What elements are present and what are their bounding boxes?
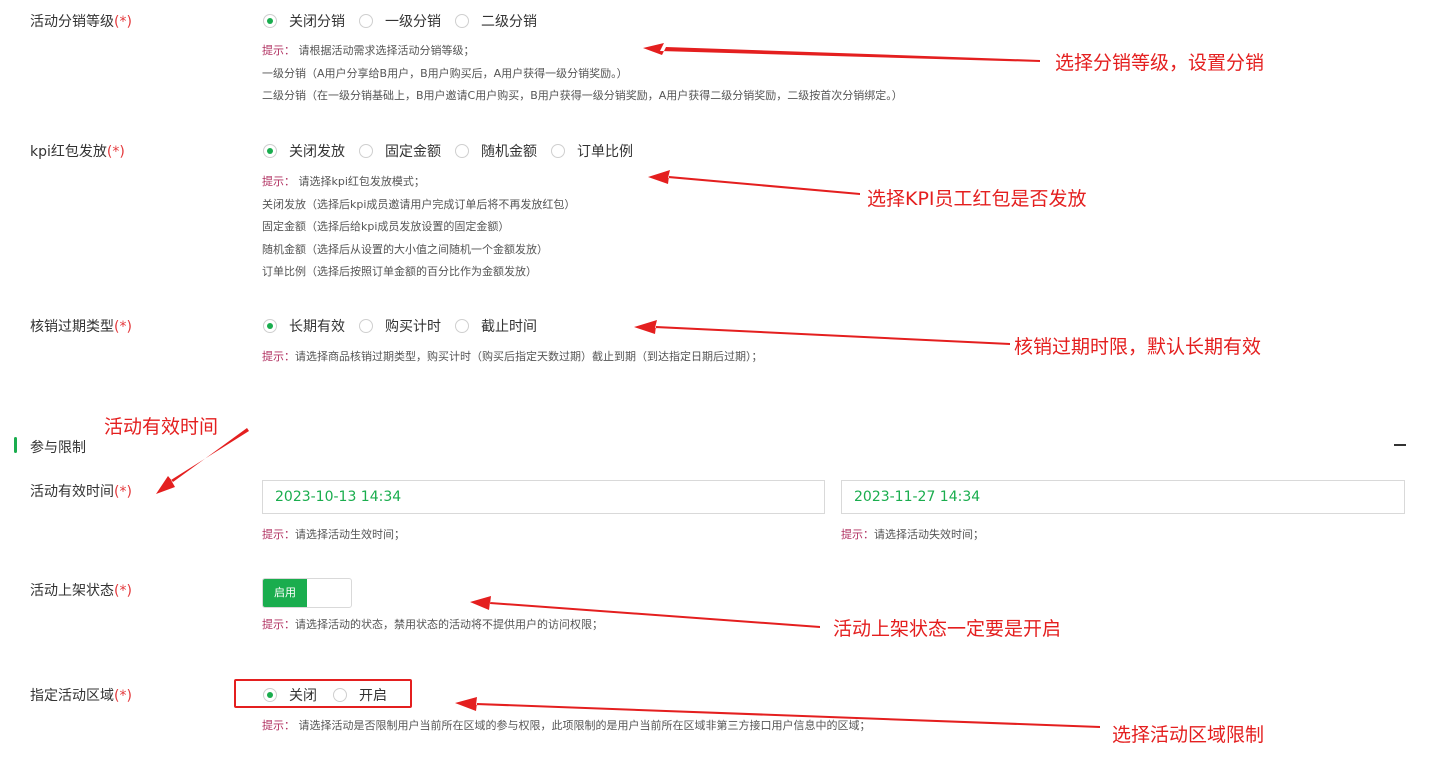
- arrow-region: [455, 697, 1100, 728]
- annotation-arrows: [156, 43, 1100, 728]
- annotation-valid-time: 活动有效时间: [104, 416, 219, 438]
- arrow-kpi: [648, 170, 860, 195]
- annotation-listing: 活动上架状态一定要是开启: [833, 618, 1062, 640]
- annotation-expiry: 核销过期时限，默认长期有效: [1014, 336, 1262, 358]
- arrow-listing: [470, 596, 820, 628]
- annotation-kpi: 选择KPI员工红包是否发放: [867, 188, 1087, 210]
- arrow-expiry: [634, 320, 1010, 345]
- annotation-distribution: 选择分销等级，设置分销: [1055, 52, 1265, 74]
- arrow-distribution: [643, 43, 1040, 62]
- annotation-region: 选择活动区域限制: [1112, 724, 1265, 746]
